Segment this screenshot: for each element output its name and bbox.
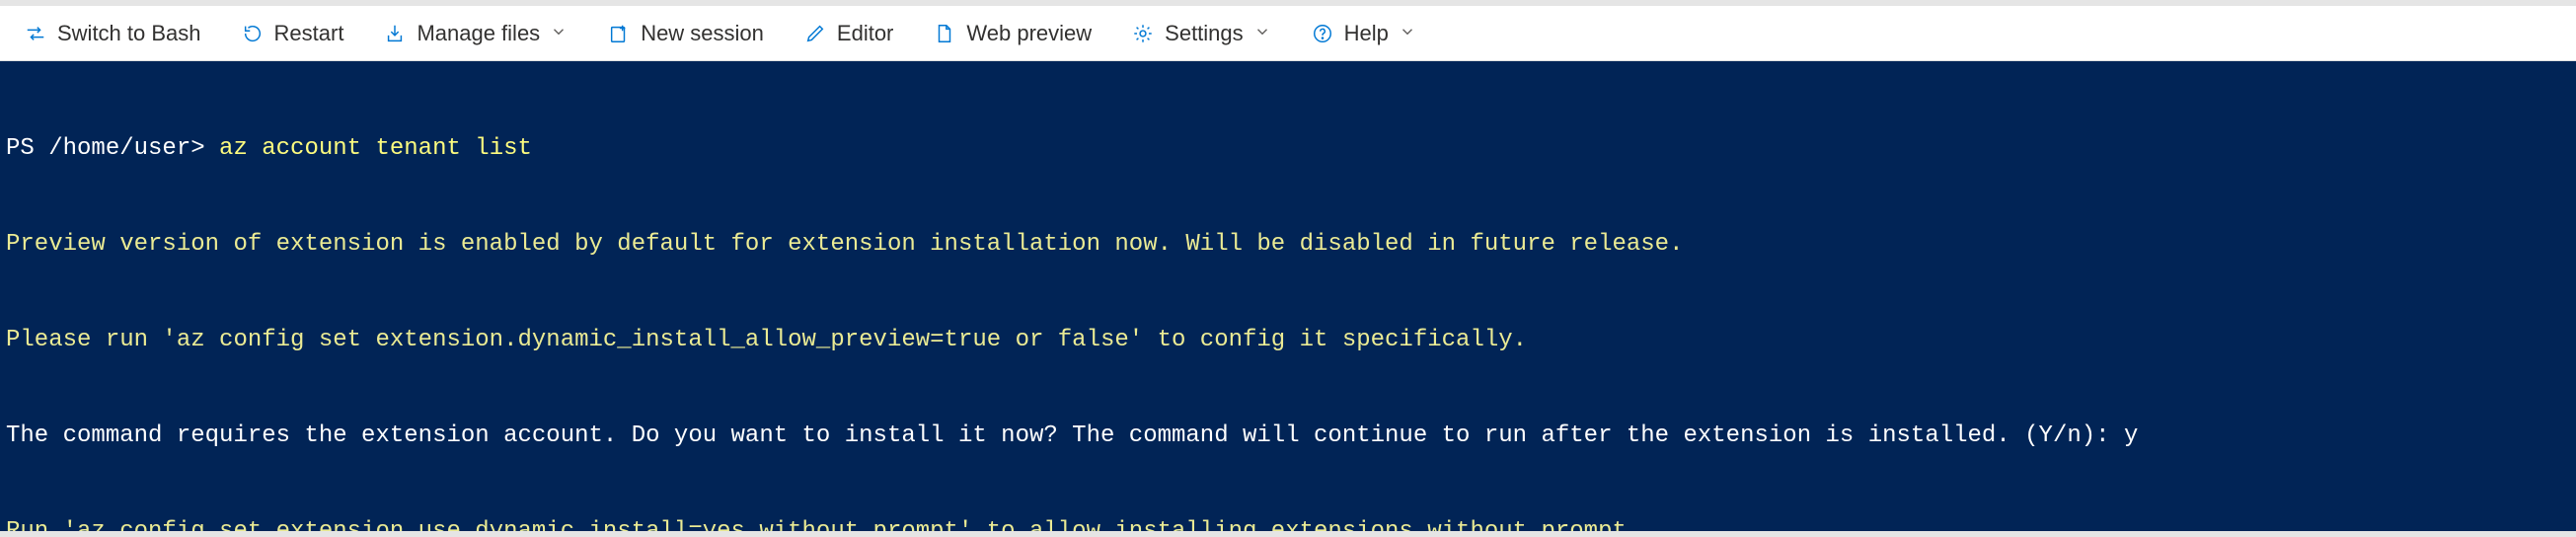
manage-files-button[interactable]: Manage files <box>377 17 573 50</box>
files-icon <box>383 22 407 45</box>
chevron-down-icon <box>550 21 568 46</box>
web-preview-button[interactable]: Web preview <box>927 17 1098 50</box>
terminal-pane[interactable]: PS /home/user> az account tenant list Pr… <box>0 61 2576 531</box>
settings-button[interactable]: Settings <box>1125 17 1277 50</box>
help-button[interactable]: Help <box>1305 17 1422 50</box>
install-prompt-text: The command requires the extension accou… <box>6 422 2124 449</box>
editor-button[interactable]: Editor <box>797 17 899 50</box>
web-preview-label: Web preview <box>966 21 1092 46</box>
terminal-line-install-prompt: The command requires the extension accou… <box>6 421 2566 452</box>
new-session-button[interactable]: New session <box>601 17 770 50</box>
terminal-line-preview2: Please run 'az config set extension.dyna… <box>6 325 2566 356</box>
terminal-line-preview1: Preview version of extension is enabled … <box>6 229 2566 261</box>
swap-icon <box>24 22 47 45</box>
cloud-shell-toolbar: Switch to Bash Restart Manage files <box>0 6 2576 61</box>
restart-button[interactable]: Restart <box>235 17 350 50</box>
help-label: Help <box>1344 21 1389 46</box>
terminal-line-dynamic: Run 'az config set extension.use_dynamic… <box>6 516 2566 531</box>
restart-label: Restart <box>274 21 344 46</box>
command-text: az account tenant list <box>219 135 532 162</box>
prompt-text: PS /home/user> <box>6 135 219 162</box>
new-session-label: New session <box>641 21 764 46</box>
install-answer-text: y <box>2124 422 2138 449</box>
editor-label: Editor <box>837 21 893 46</box>
switch-to-bash-button[interactable]: Switch to Bash <box>18 17 207 50</box>
gear-icon <box>1131 22 1155 45</box>
help-icon <box>1311 22 1334 45</box>
settings-label: Settings <box>1165 21 1244 46</box>
terminal-line-command: PS /home/user> az account tenant list <box>6 133 2566 165</box>
chevron-down-icon <box>1253 21 1271 46</box>
restart-icon <box>241 22 265 45</box>
pencil-icon <box>803 22 827 45</box>
new-session-icon <box>607 22 631 45</box>
web-preview-icon <box>933 22 956 45</box>
chevron-down-icon <box>1399 21 1416 46</box>
switch-label: Switch to Bash <box>57 21 201 46</box>
manage-files-label: Manage files <box>417 21 540 46</box>
